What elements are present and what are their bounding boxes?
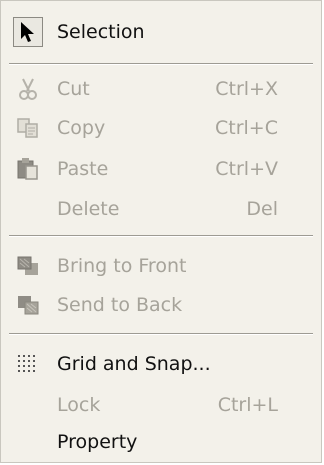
menu-item-grid-and-snap[interactable]: Grid and Snap... [1,344,321,384]
menu-item-label: Cut [57,78,90,100]
menu-item-shortcut: Del [246,198,278,220]
menu-item-label: Property [57,431,138,453]
menu-item-lock[interactable]: Lock Ctrl+L [1,385,321,425]
menu-item-label: Lock [57,394,101,416]
menu-item-label: Grid and Snap... [57,353,211,375]
context-menu: Selection Cut Ctrl+X Copy Ctrl+C Paste C… [0,0,322,463]
menu-item-shortcut: Ctrl+V [215,158,278,180]
menu-item-label: Bring to Front [57,255,187,277]
menu-item-paste[interactable]: Paste Ctrl+V [1,149,321,189]
scissors-icon [13,74,43,104]
menu-item-bring-to-front[interactable]: Bring to Front [1,246,321,286]
menu-separator [9,333,313,335]
menu-item-shortcut: Ctrl+L [217,394,278,416]
menu-item-property[interactable]: Property [1,422,321,462]
grid-icon [13,349,43,379]
menu-item-label: Copy [57,117,106,139]
arrow-cursor-icon [13,17,43,47]
copy-icon [13,113,43,143]
menu-item-label: Delete [57,198,120,220]
menu-item-copy[interactable]: Copy Ctrl+C [1,108,321,148]
menu-item-label: Selection [57,21,145,43]
menu-item-shortcut: Ctrl+C [215,117,278,139]
menu-item-shortcut: Ctrl+X [215,78,278,100]
send-to-back-icon [13,290,43,320]
menu-item-delete[interactable]: Delete Del [1,189,321,229]
paste-icon [13,154,43,184]
menu-item-cut[interactable]: Cut Ctrl+X [1,69,321,109]
menu-separator [9,235,313,237]
menu-item-label: Send to Back [57,294,183,316]
menu-separator [9,63,313,65]
menu-item-send-to-back[interactable]: Send to Back [1,285,321,325]
menu-item-label: Paste [57,158,109,180]
menu-item-selection[interactable]: Selection [1,12,321,52]
bring-to-front-icon [13,251,43,281]
